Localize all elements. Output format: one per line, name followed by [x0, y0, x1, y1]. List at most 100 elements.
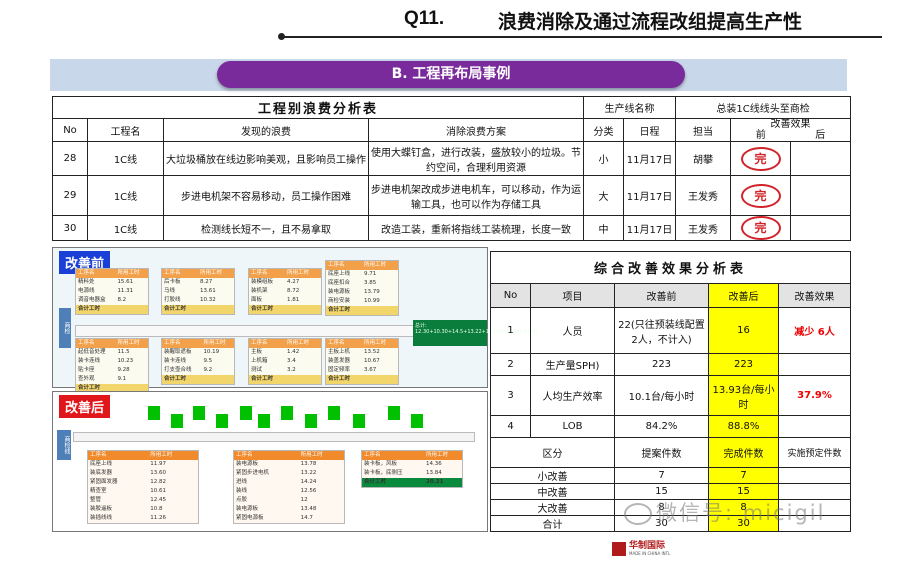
col-plan: 消除浪费方案: [367, 118, 585, 142]
block-time: 14.7: [300, 515, 313, 521]
after-layout-panel: 改善后 商检线 工序名 所用工时 底座上线 11.97 装底发器 13.60 紧固面发器 12…: [52, 391, 488, 532]
block-proc: 装电源板: [236, 506, 259, 512]
sum-no: 2: [490, 353, 531, 376]
block-foot: 合计工时: [251, 306, 274, 312]
block-head-name: 工序名: [251, 270, 268, 276]
block-row: 装线 12.56: [234, 487, 344, 496]
before-layout-panel: 改善前 商检 总计: 12.30+10.30+14.5+13.22+13.50+…: [52, 247, 537, 394]
block-row: 贴卡座 9.28: [76, 366, 148, 375]
block-row: 后卡板 8.27: [162, 278, 234, 287]
block-row: 紧固面发器 12.82: [88, 478, 198, 487]
block-row: 打胶线 10.32: [162, 296, 234, 305]
block-proc: 精查室: [90, 488, 107, 494]
operator-marker: [305, 414, 317, 428]
sum-item: 人均生产效率: [530, 375, 615, 416]
row-owner: 王发秀: [675, 215, 732, 241]
block-time: 12.45: [150, 497, 166, 503]
sub-planned: [777, 467, 852, 484]
block-time: 13.79: [364, 289, 380, 295]
block-time: 3.85: [364, 280, 377, 286]
block-row: 马线 13.61: [162, 287, 234, 296]
process-block: 工序名 所用工时 装卡板，风板 14.36 装卡板，底侧压 13.84 合计工时 20.21: [361, 450, 463, 488]
block-time: 13.61: [200, 288, 216, 294]
block-proc: 测试: [251, 367, 263, 373]
row-waste: 大垃圾桶放在线边影响美观，且影响员工操作: [163, 141, 369, 176]
row-plan: 步进电机架改成步进电机车，可以移动，作为运输工具，也可以作为存储工具: [367, 175, 585, 216]
block-time: 10.32: [200, 297, 216, 303]
block-foot-val: 20.21: [426, 479, 444, 485]
block-time: 8.27: [200, 279, 213, 285]
block-row: 装机架 8.72: [249, 287, 321, 296]
sum-after: 16: [708, 307, 779, 354]
logo-mark-icon: [612, 541, 626, 556]
block-time: 13.60: [150, 470, 166, 476]
row-owner: 王发秀: [675, 175, 732, 216]
sum-before: 84.2%: [614, 415, 709, 438]
table-row: 4 LOB 84.2% 88.8%: [490, 415, 852, 438]
col-effect-before: 前: [755, 130, 766, 141]
table-row: 29 1C线 步进电机架不容易移动，员工操作困难 步进电机架改成步进电机车，可以…: [52, 175, 852, 216]
block-row: 点胶 12: [234, 496, 344, 505]
block-proc: 装底发器: [90, 470, 113, 476]
block-row: 装模组板 4.27: [249, 278, 321, 287]
block-proc: 主板: [251, 349, 263, 355]
block-head-time: 所用工时: [200, 270, 223, 276]
col-date: 日程: [623, 118, 677, 142]
block-time: 1.81: [287, 297, 300, 303]
block-row: 整管 12.45: [88, 496, 198, 505]
sub-class: 小改善: [490, 467, 615, 484]
block-proc: 起低音处理: [78, 349, 106, 355]
block-head-name: 工序名: [164, 270, 181, 276]
block-time: 10.67: [364, 358, 380, 364]
logo-brand: 华制国际: [629, 541, 666, 551]
process-block: 工序名 所用工时 底座上线 9.71 底座扣合 3.85 装电源板 13.79 商检安装 10.9…: [325, 260, 399, 316]
block-row: 测试 3.2: [249, 366, 321, 375]
sub-col-planned: 实施预定件数: [777, 437, 852, 468]
block-proc: 装线: [236, 488, 248, 494]
block-row: 装电源板 13.78: [234, 460, 344, 469]
row-process: 1C线: [87, 175, 164, 216]
block-time: 10.99: [364, 298, 380, 304]
block-proc: 查外观: [78, 376, 95, 382]
process-block: 工序名 所用工时 装电源板 13.78 紧固步进电机 13.22 进线 14.24 装线 12.5…: [233, 450, 345, 524]
block-time: 9.28: [117, 367, 130, 373]
block-proc: 装模组板: [251, 279, 274, 285]
sum-no: 1: [490, 307, 531, 354]
complete-stamp: 完: [740, 146, 781, 171]
block-foot: 合计工时: [328, 376, 351, 382]
process-block: 工序名 所用工时 精料处 15.61 电源线 11.31 调音电器盒 8.2 合计工时: [75, 268, 149, 315]
block-time: 9.1: [117, 376, 127, 382]
block-time: 11.5: [117, 349, 130, 355]
block-row: 固定频率 3.67: [326, 366, 398, 375]
block-row: 装电源板 13.79: [326, 288, 398, 297]
block-time: 1.42: [287, 349, 300, 355]
section-label: B. 工程再布局事例: [217, 61, 685, 88]
line-name-value: 总装1C线线头至商检: [675, 96, 852, 119]
block-row: 装电源板 13.48: [234, 505, 344, 514]
block-proc: 装卡板，风板: [364, 461, 398, 467]
block-row: 紧固步进电机 13.22: [234, 469, 344, 478]
title-divider: [282, 36, 882, 38]
block-proc: 装卡板，底侧压: [364, 470, 403, 476]
sum-effect: [777, 415, 852, 438]
row-date: 11月17日: [623, 141, 677, 176]
row-effect-before: 完: [730, 141, 792, 176]
sum-before: 10.1台/每小时: [614, 375, 709, 416]
sub-class: 大改善: [490, 499, 615, 516]
watermark-text: 微信号: micigil: [656, 501, 826, 525]
block-row: 起低音处理 11.5: [76, 348, 148, 357]
block-head-name: 工序名: [78, 270, 95, 276]
block-proc: 底座扣合: [328, 280, 351, 286]
col-class: 分类: [583, 118, 625, 142]
block-time: 3.67: [364, 367, 377, 373]
col-process: 工程名: [87, 118, 164, 142]
sum-no: 3: [490, 375, 531, 416]
row-effect-before: 完: [730, 215, 792, 241]
block-proc: 主板上机: [328, 349, 351, 355]
block-head-time: 所用工时: [150, 452, 173, 458]
block-head-name: 工序名: [78, 340, 95, 346]
block-row: 主板 1.42: [249, 348, 321, 357]
table-row: 1 人员 22(只往预装线配置2人，不计入) 16 减少 6人: [490, 307, 852, 354]
block-proc: 商检安装: [328, 298, 351, 304]
sum-col-effect: 改善效果: [777, 283, 852, 308]
